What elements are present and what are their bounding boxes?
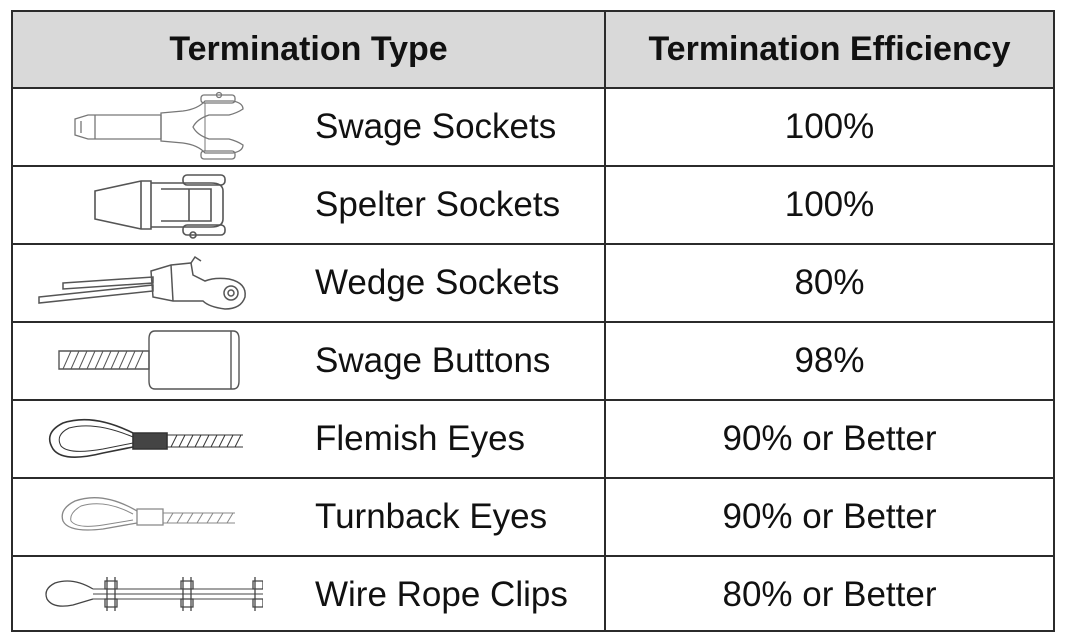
spelter-socket-icon (33, 169, 263, 241)
column-divider (604, 12, 606, 630)
wedge-socket-icon (33, 247, 263, 319)
header-termination-type: Termination Type (169, 30, 448, 68)
table-row: Swage Buttons 98% (13, 323, 1053, 401)
table-row: Wedge Sockets 80% (13, 245, 1053, 323)
swage-socket-icon (33, 91, 263, 163)
termination-type-label: Wire Rope Clips (315, 575, 568, 614)
termination-type-label: Wedge Sockets (315, 263, 560, 302)
termination-efficiency-value: 80% (794, 263, 865, 302)
termination-type-label: Spelter Sockets (315, 185, 561, 224)
wire-rope-clips-icon (33, 559, 263, 631)
table-row: Spelter Sockets 100% (13, 167, 1053, 245)
table-row: Wire Rope Clips 80% or Better (13, 557, 1053, 635)
termination-type-label: Turnback Eyes (315, 497, 548, 536)
table-header: Termination Type Termination Efficiency (13, 12, 1053, 89)
termination-efficiency-value: 90% or Better (722, 419, 937, 458)
termination-efficiency-value: 100% (784, 107, 875, 146)
swage-button-icon (33, 325, 263, 397)
termination-efficiency-value: 90% or Better (722, 497, 937, 536)
table-row: Swage Sockets 100% (13, 89, 1053, 167)
termination-efficiency-value: 100% (784, 185, 875, 224)
termination-type-label: Flemish Eyes (315, 419, 526, 458)
header-termination-efficiency: Termination Efficiency (648, 30, 1011, 68)
termination-efficiency-value: 98% (794, 341, 865, 380)
turnback-eye-icon (33, 481, 263, 553)
termination-efficiency-table: Termination Type Termination Efficiency … (11, 10, 1055, 632)
termination-type-label: Swage Buttons (315, 341, 551, 380)
table-row: Turnback Eyes 90% or Better (13, 479, 1053, 557)
termination-efficiency-value: 80% or Better (722, 575, 937, 614)
table-row: Flemish Eyes 90% or Better (13, 401, 1053, 479)
termination-type-label: Swage Sockets (315, 107, 557, 146)
flemish-eye-icon (33, 403, 263, 475)
